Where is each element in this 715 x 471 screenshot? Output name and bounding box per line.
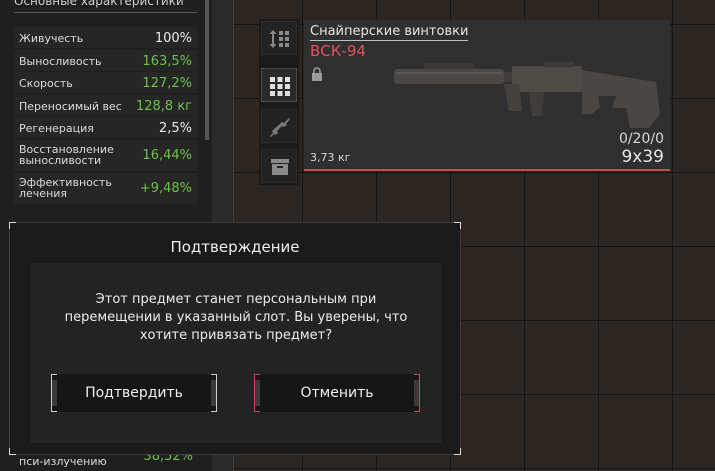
stat-label: Регенерация [19,122,94,135]
item-category: Снайперские винтовки [310,24,469,41]
stat-row-regeneration: Регенерация 2,5% [14,117,197,138]
dialog-corner [454,222,461,229]
sort-icon [269,30,289,48]
cancel-button-label: Отменить [300,385,374,401]
dialog-corner [9,448,16,455]
button-bar [52,380,57,406]
stat-value: 2,5% [158,121,192,136]
stat-value: 127,2% [142,76,192,91]
dialog-corner [9,222,16,229]
item-caliber: 9x39 [621,147,664,167]
stat-value: 163,5% [142,54,192,69]
stat-value: 16,44% [142,148,192,163]
cancel-button[interactable]: Отменить [254,374,420,412]
inventory-toolbar [259,19,299,185]
dialog-title: Подтверждение [170,238,300,256]
stat-label-psi: пси-излучению [19,455,107,468]
stat-value: 100% [154,31,192,46]
stat-row-healing-efficiency: Эффективность лечения +9,48% [14,173,197,204]
stat-value: +9,48% [139,181,192,196]
weapons-filter-button[interactable] [261,109,297,143]
confirm-button[interactable]: Подтвердить [51,374,217,412]
stat-row-vitality: Живучесть 100% [14,27,197,48]
rifle-icon [270,118,290,137]
dialog-corner [454,448,461,455]
weapon-card[interactable]: Снайперские винтовки ВСК-94 3,73 кг 0/20… [304,20,670,171]
stats-title: Основные характеристики [14,0,197,13]
stat-label: Эффективность лечения [19,176,112,200]
stat-label: Восстановление выносливости [19,143,114,167]
stat-value: 128,8 кг [135,99,192,114]
grid-icon [270,77,290,96]
archive-icon [271,159,289,175]
stat-row-stamina: Выносливость 163,5% [14,50,197,71]
stat-label: Переносимый вес [19,100,122,113]
stat-row-stamina-recovery: Восстановление выносливости 16,44% [14,140,197,171]
stat-row-speed: Скорость 127,2% [14,72,197,93]
item-weight: 3,73 кг [310,151,351,164]
weapon-image [394,62,660,128]
stat-label: Живучесть [19,32,84,45]
button-bracket [414,374,420,412]
stat-row-carry-weight: Переносимый вес 128,8 кг [14,95,197,116]
storage-filter-button[interactable] [261,149,297,183]
sort-button[interactable] [261,21,297,55]
stats-scrollbar[interactable] [205,0,209,140]
button-bracket [211,374,217,412]
confirm-dialog: Подтверждение Этот предмет станет персон… [9,222,461,455]
item-name: ВСК-94 [310,42,366,60]
lock-icon [312,67,322,81]
confirm-button-label: Подтвердить [85,385,183,401]
stat-label: Выносливость [19,55,102,68]
dialog-body: Этот предмет станет персональным при пер… [30,263,442,443]
button-bar [255,380,260,406]
dialog-message: Этот предмет станет персональным при пер… [64,292,408,343]
grid-view-button[interactable] [261,68,297,102]
stat-label: Скорость [19,77,73,90]
item-ammo: 0/20/0 [618,131,664,147]
